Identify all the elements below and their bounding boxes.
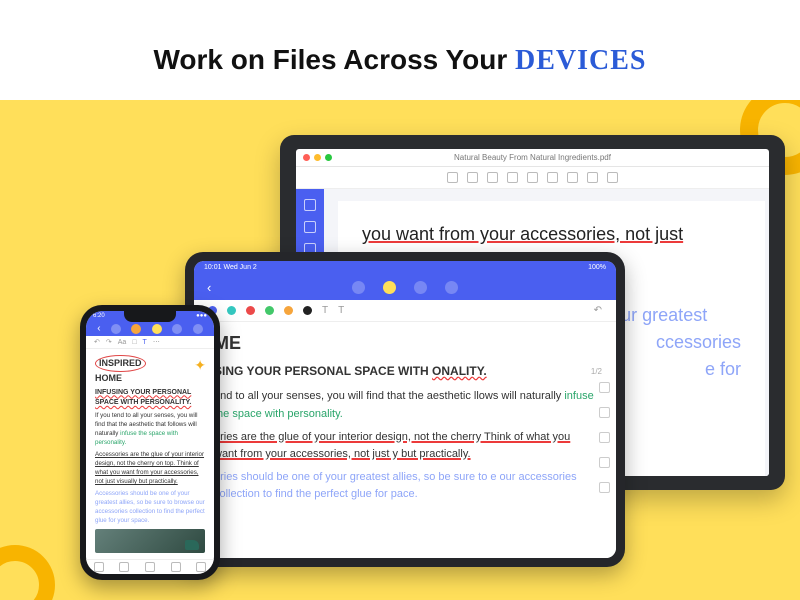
tool-icon[interactable] — [507, 172, 518, 183]
text-tool-icon[interactable]: T — [322, 305, 328, 316]
tablet-side-tools — [599, 382, 610, 493]
phone-app: 6:20 ●●● ‹ ↶ ↷ Aa □ T ⋯ ✦ INSPIRED HOME … — [86, 311, 214, 574]
sidebar-tool-icon[interactable] — [304, 221, 316, 233]
nav-icon[interactable] — [145, 562, 155, 572]
marketing-headline: Work on Files Across Your DEVICES — [0, 44, 800, 77]
doc-heading: HOME — [95, 372, 205, 385]
doc-paragraph-underlined: Accessories are the glue of your interio… — [95, 451, 205, 487]
header-tool-icon[interactable] — [383, 281, 396, 294]
more-icon[interactable]: ⋯ — [153, 338, 160, 346]
doc-paragraph-underlined: ories are the glue of your interior desi… — [214, 429, 596, 463]
doc-subheading: SING YOUR PERSONAL SPACE WITH ONALITY. — [214, 362, 596, 381]
redo-icon[interactable]: ↷ — [106, 338, 112, 346]
text-tool-icon[interactable]: T — [338, 305, 344, 316]
tablet-device-frame: 10:01 Wed Jun 2 100% ‹ T T ↶ 1/2 — [185, 252, 625, 567]
header-tool-icon[interactable] — [193, 324, 203, 334]
tool-icon[interactable] — [567, 172, 578, 183]
color-swatch[interactable] — [265, 306, 274, 315]
status-time: 10:01 Wed Jun 2 — [204, 264, 257, 271]
desktop-toolbar — [296, 167, 769, 189]
doc-paragraph-highlight: Accessories should be one of your greate… — [95, 490, 205, 526]
doc-paragraph: If you tend to all your senses, you will… — [95, 412, 205, 448]
tablet-app: 10:01 Wed Jun 2 100% ‹ T T ↶ 1/2 — [194, 261, 616, 558]
phone-device-frame: 6:20 ●●● ‹ ↶ ↷ Aa □ T ⋯ ✦ INSPIRED HOME … — [80, 305, 220, 580]
lightbulb-icon: ✦ — [194, 355, 206, 375]
side-tool-icon[interactable] — [599, 457, 610, 468]
status-icons: ●●● — [196, 313, 207, 319]
back-icon[interactable]: ‹ — [207, 280, 211, 295]
side-tool-icon[interactable] — [599, 407, 610, 418]
back-icon[interactable]: ‹ — [97, 323, 100, 334]
status-battery: 100% — [588, 264, 606, 271]
document-title: Natural Beauty From Natural Ingredients.… — [296, 153, 769, 167]
markup-tool-icon[interactable] — [304, 199, 316, 211]
color-swatch[interactable] — [303, 306, 312, 315]
header-tool-icon[interactable] — [111, 324, 121, 334]
nav-icon[interactable] — [196, 562, 206, 572]
tool-icon[interactable] — [547, 172, 558, 183]
header-tool-icon[interactable] — [352, 281, 365, 294]
phone-bottom-nav — [86, 559, 214, 574]
doc-heading-circled: INSPIRED — [95, 355, 146, 372]
tablet-document[interactable]: 1/2 ME SING YOUR PERSONAL SPACE WITH ONA… — [194, 322, 616, 558]
header-tool-icon[interactable] — [152, 324, 162, 334]
phone-header: ‹ — [86, 321, 214, 336]
tablet-statusbar: 10:01 Wed Jun 2 100% — [194, 261, 616, 274]
tool-icon[interactable] — [487, 172, 498, 183]
phone-document[interactable]: ✦ INSPIRED HOME INFUSING YOUR PERSONAL S… — [86, 349, 214, 559]
phone-notch — [124, 311, 176, 322]
nav-icon[interactable] — [94, 562, 104, 572]
doc-image — [95, 529, 205, 553]
side-tool-icon[interactable] — [599, 432, 610, 443]
doc-paragraph: end to all your senses, you will find th… — [214, 388, 596, 422]
nav-icon[interactable] — [119, 562, 129, 572]
color-swatch[interactable] — [284, 306, 293, 315]
color-swatch[interactable] — [227, 306, 236, 315]
headline-accent: DEVICES — [515, 45, 646, 76]
status-time: 6:20 — [93, 313, 105, 319]
header-tool-icon[interactable] — [414, 281, 427, 294]
header-tool-icon[interactable] — [445, 281, 458, 294]
decorative-circle — [0, 545, 55, 600]
headline-main: Work on Files Across Your — [154, 44, 516, 75]
tool-icon[interactable] — [607, 172, 618, 183]
undo-icon[interactable]: ↶ — [594, 305, 602, 316]
color-swatch[interactable] — [246, 306, 255, 315]
header-tool-icon[interactable] — [172, 324, 182, 334]
tool-icon[interactable] — [447, 172, 458, 183]
header-tool-icon[interactable] — [131, 324, 141, 334]
tool-icon[interactable] — [467, 172, 478, 183]
format-icon[interactable]: Aa — [118, 339, 127, 346]
side-tool-icon[interactable] — [599, 382, 610, 393]
doc-paragraph-highlight: ories should be one of your greatest all… — [214, 469, 596, 503]
page-counter: 1/2 — [591, 366, 602, 378]
format-icon[interactable]: □ — [132, 339, 136, 346]
text-tool-icon[interactable]: T — [143, 339, 147, 346]
tablet-format-toolbar: T T ↶ — [194, 300, 616, 322]
nav-icon[interactable] — [171, 562, 181, 572]
tool-icon[interactable] — [527, 172, 538, 183]
tablet-header: ‹ — [194, 274, 616, 300]
phone-format-toolbar: ↶ ↷ Aa □ T ⋯ — [86, 336, 214, 348]
side-tool-icon[interactable] — [599, 482, 610, 493]
undo-icon[interactable]: ↶ — [94, 338, 100, 346]
tool-icon[interactable] — [587, 172, 598, 183]
doc-subheading: INFUSING YOUR PERSONAL SPACE WITH PERSON… — [95, 388, 205, 408]
